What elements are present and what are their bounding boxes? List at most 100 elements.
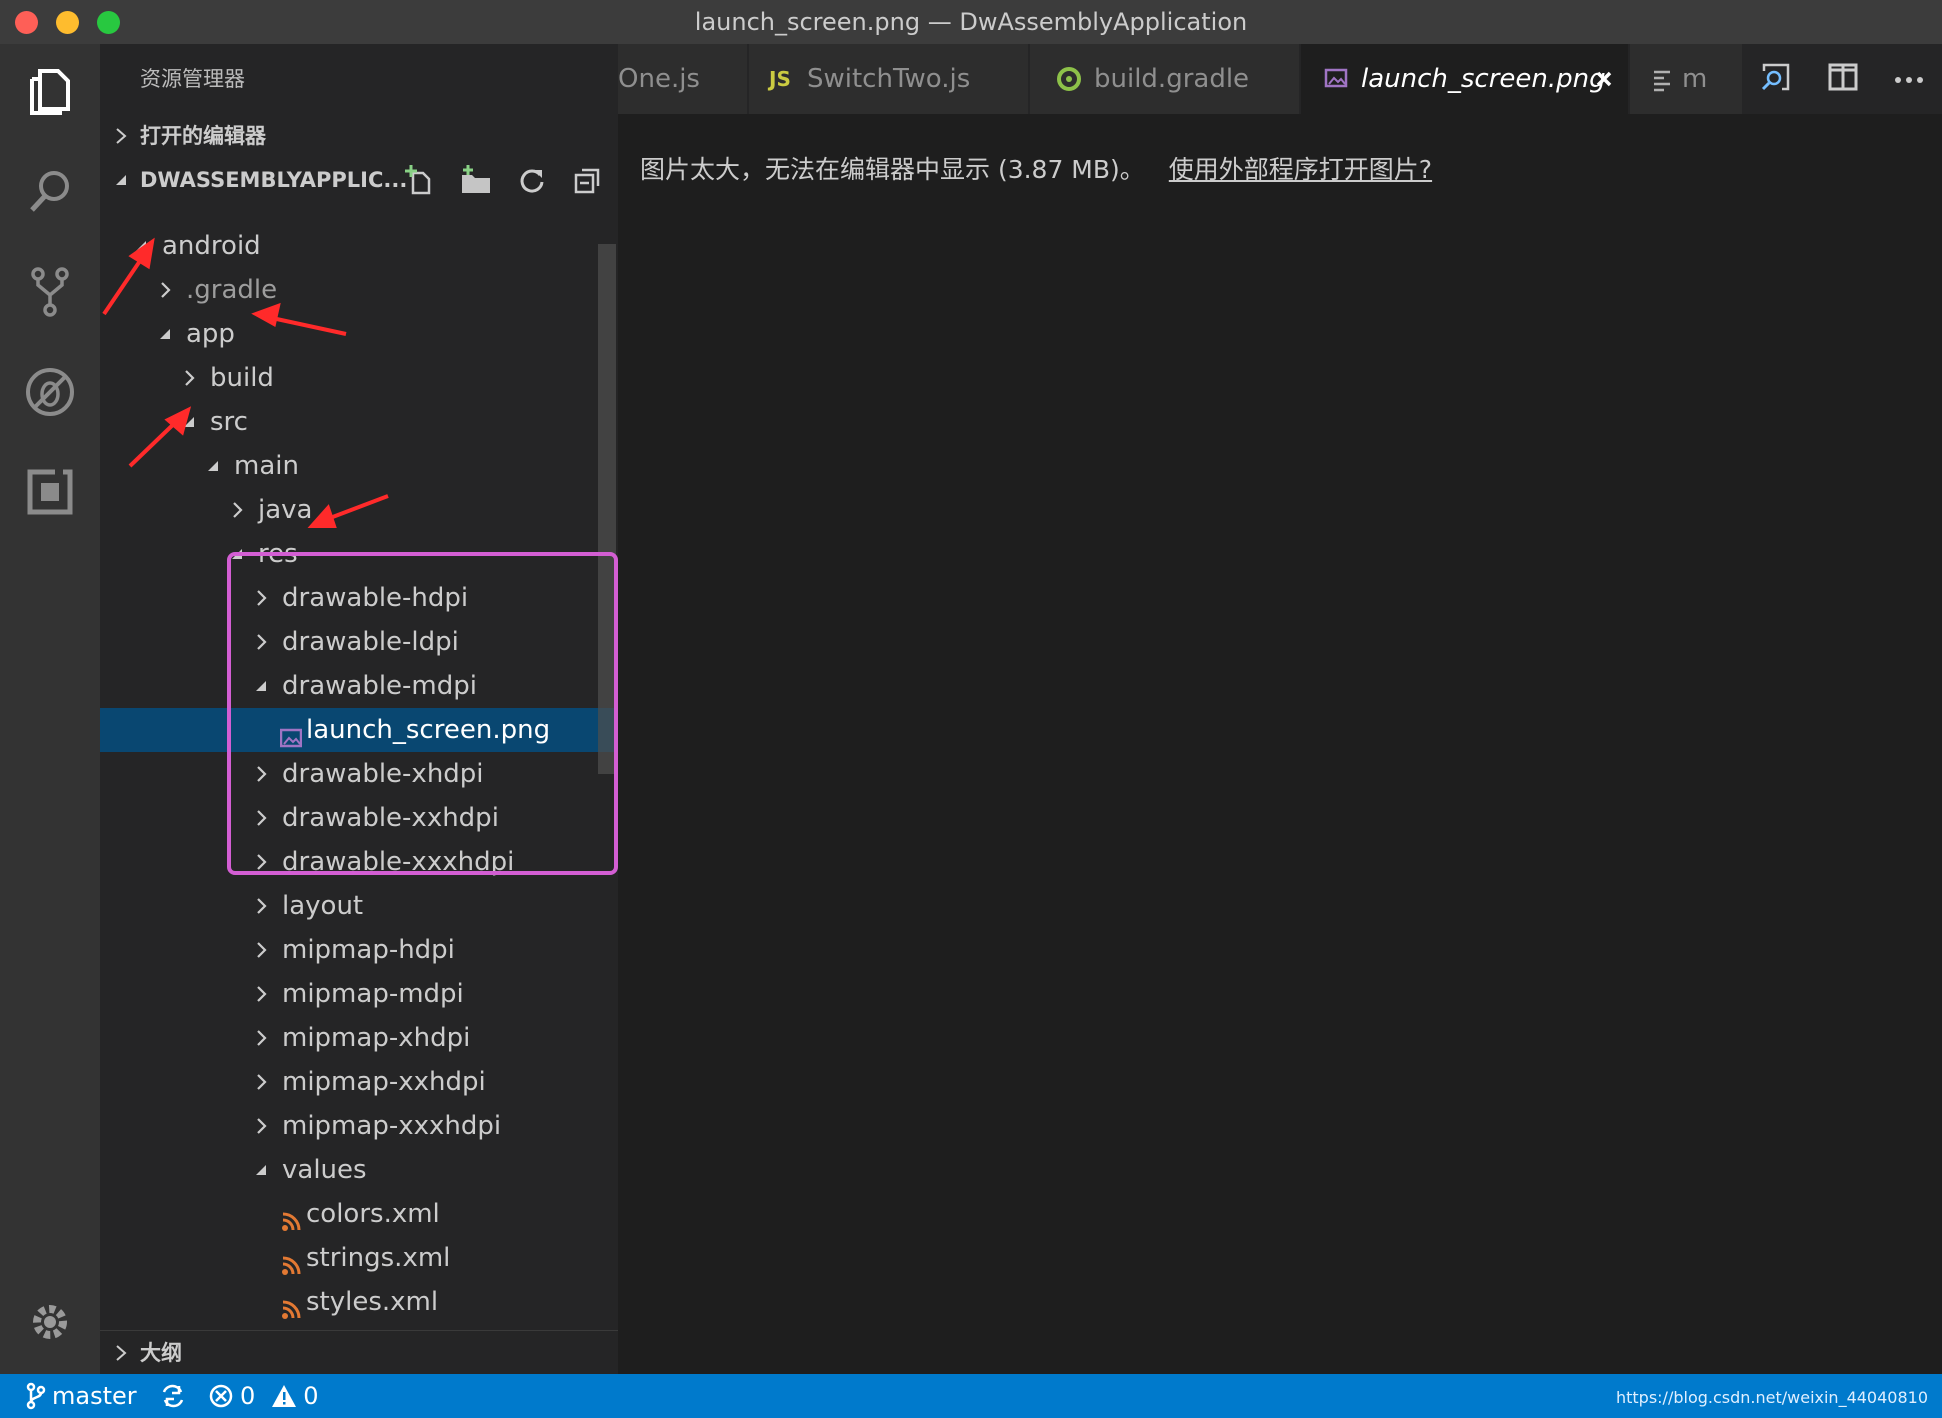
error-icon (209, 1384, 233, 1408)
explorer-toolbar (402, 158, 606, 202)
tab-one-js[interactable]: One.js (618, 44, 748, 114)
chevron-right-icon[interactable] (252, 884, 272, 928)
debug-icon[interactable] (20, 362, 80, 422)
open-editors-label: 打开的编辑器 (140, 124, 266, 148)
tree-item-label: android (162, 231, 261, 261)
chevron-right-icon[interactable] (252, 1060, 272, 1104)
refresh-icon[interactable] (514, 162, 550, 198)
sidebar-scrollbar[interactable] (598, 244, 616, 774)
tree-item-label: src (210, 407, 248, 437)
tree-folder-item[interactable]: mipmap-xxhdpi (100, 1060, 618, 1104)
branch-name: master (52, 1382, 137, 1410)
chevron-right-icon[interactable] (252, 1104, 272, 1148)
chevron-down-icon[interactable] (204, 444, 224, 488)
tree-folder-item[interactable]: src (100, 400, 618, 444)
close-tab-icon[interactable] (1593, 44, 1615, 114)
branch-indicator[interactable]: master (26, 1374, 137, 1418)
chevron-right-icon[interactable] (252, 620, 272, 664)
tree-folder-item[interactable]: mipmap-mdpi (100, 972, 618, 1016)
tree-folder-item[interactable]: drawable-mdpi (100, 664, 618, 708)
tree-file-item[interactable]: styles.xml (100, 1280, 618, 1324)
gradle-file-icon (1056, 44, 1082, 114)
chevron-right-icon[interactable] (252, 796, 272, 840)
tree-folder-item[interactable]: layout (100, 884, 618, 928)
chevron-down-icon[interactable] (252, 664, 272, 708)
tree-item-label: mipmap-xxxhdpi (282, 1111, 502, 1141)
search-icon[interactable] (20, 162, 80, 222)
tab-switchtwo-js[interactable]: JS SwitchTwo.js (749, 44, 1029, 114)
tree-folder-item[interactable]: drawable-ldpi (100, 620, 618, 664)
tree-item-label: build (210, 363, 274, 393)
tab-launch-screen-png[interactable]: launch_screen.png (1301, 44, 1629, 114)
settings-gear-icon[interactable] (20, 1292, 80, 1352)
chevron-down-icon[interactable] (228, 532, 248, 576)
sync-icon (162, 1384, 184, 1408)
extensions-icon[interactable] (20, 462, 80, 522)
open-editors-section[interactable]: 打开的编辑器 (100, 114, 618, 158)
source-control-icon[interactable] (20, 262, 80, 322)
tree-folder-item[interactable]: .gradle (100, 268, 618, 312)
chevron-right-icon[interactable] (180, 356, 200, 400)
open-externally-link[interactable]: 使用外部程序打开图片? (1169, 155, 1432, 184)
new-folder-icon[interactable] (458, 162, 494, 198)
tree-folder-item[interactable]: mipmap-hdpi (100, 928, 618, 972)
split-editor-icon[interactable] (1828, 63, 1858, 95)
tree-file-item[interactable]: colors.xml (100, 1192, 618, 1236)
project-section[interactable]: DWASSEMBLYAPPLIC... (100, 158, 618, 202)
tab-build-gradle[interactable]: build.gradle (1030, 44, 1300, 114)
tab-partial[interactable]: m (1630, 44, 1750, 114)
error-count: 0 (240, 1382, 256, 1410)
tree-folder-item[interactable]: mipmap-xhdpi (100, 1016, 618, 1060)
tree-folder-item[interactable]: main (100, 444, 618, 488)
chevron-down-icon[interactable] (180, 400, 200, 444)
tree-item-label: layout (282, 891, 364, 921)
outline-section[interactable]: 大纲 (100, 1330, 618, 1374)
chevron-right-icon[interactable] (252, 972, 272, 1016)
tree-folder-item[interactable]: app (100, 312, 618, 356)
tree-item-label: drawable-mdpi (282, 671, 477, 701)
chevron-down-icon[interactable] (132, 224, 152, 268)
chevron-right-icon[interactable] (252, 1016, 272, 1060)
chevron-right-icon[interactable] (252, 576, 272, 620)
tree-file-item[interactable]: strings.xml (100, 1236, 618, 1280)
chevron-right-icon[interactable] (228, 488, 248, 532)
chevron-right-icon[interactable] (252, 752, 272, 796)
chevron-right-icon[interactable] (156, 268, 176, 312)
image-file-icon (1323, 44, 1349, 114)
image-too-large-message: 图片太大，无法在编辑器中显示 (3.87 MB)。 使用外部程序打开图片? (640, 150, 1432, 186)
tree-item-label: main (234, 451, 299, 481)
file-tree: android .gradle app build src main java res draw… (100, 224, 618, 1374)
tree-item-label: drawable-ldpi (282, 627, 459, 657)
chevron-down-icon[interactable] (252, 1148, 272, 1192)
rss-xml-icon (280, 1203, 302, 1231)
tree-folder-item[interactable]: drawable-hdpi (100, 576, 618, 620)
tree-folder-item[interactable]: drawable-xxhdpi (100, 796, 618, 840)
tree-item-label: app (186, 319, 235, 349)
editor-area: 图片太大，无法在编辑器中显示 (3.87 MB)。 使用外部程序打开图片? (618, 114, 1942, 1374)
explorer-icon[interactable] (20, 62, 80, 122)
chevron-right-icon[interactable] (252, 928, 272, 972)
rss-xml-icon (280, 1291, 302, 1319)
tree-folder-item[interactable]: mipmap-xxxhdpi (100, 1104, 618, 1148)
tree-folder-item[interactable]: values (100, 1148, 618, 1192)
sync-button[interactable] (160, 1374, 186, 1418)
rss-xml-icon (280, 1247, 302, 1275)
problems-indicator[interactable]: 0 0 (208, 1374, 319, 1418)
tree-folder-item[interactable]: build (100, 356, 618, 400)
chevron-right-icon[interactable] (252, 840, 272, 884)
collapse-all-icon[interactable] (570, 162, 606, 198)
lines-file-icon (1652, 44, 1672, 114)
tree-item-label: strings.xml (306, 1243, 451, 1273)
chevron-down-icon[interactable] (156, 312, 176, 356)
tree-folder-item[interactable]: java (100, 488, 618, 532)
new-file-icon[interactable] (402, 162, 438, 198)
tree-file-item[interactable]: launch_screen.png (100, 708, 618, 752)
tree-folder-item[interactable]: drawable-xhdpi (100, 752, 618, 796)
tree-folder-item[interactable]: drawable-xxxhdpi (100, 840, 618, 884)
tree-folder-item[interactable]: android (100, 224, 618, 268)
more-actions-icon[interactable] (1894, 70, 1924, 89)
tree-folder-item[interactable]: res (100, 532, 618, 576)
image-file-icon (279, 719, 303, 748)
open-preview-icon[interactable] (1760, 61, 1792, 97)
chevron-right-icon (112, 114, 132, 158)
